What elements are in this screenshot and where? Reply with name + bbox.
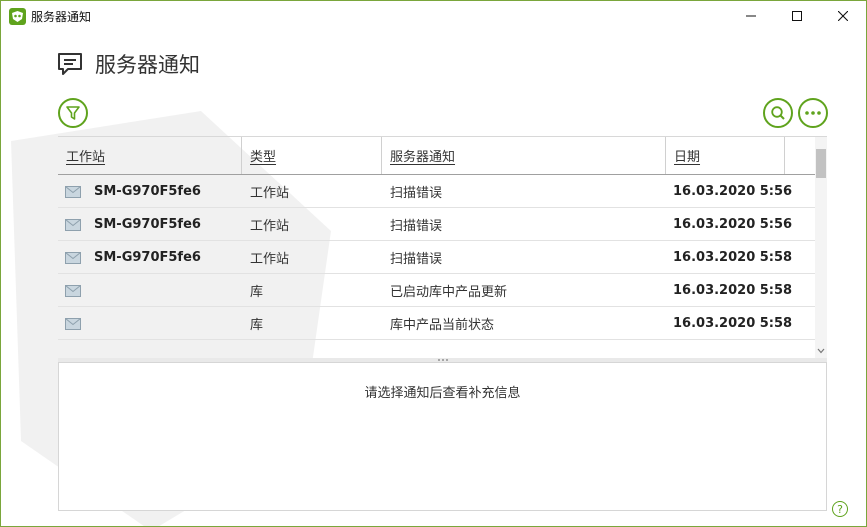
notification-date: 16.03.2020 5:56	[673, 217, 793, 232]
notification-type: 工作站	[250, 219, 290, 234]
scroll-down-arrow-icon[interactable]	[817, 347, 825, 355]
notification-date: 16.03.2020 5:58	[673, 283, 793, 298]
notification-text: 扫描错误	[390, 252, 443, 267]
envelope-icon	[65, 185, 81, 198]
notification-text: 扫描错误	[390, 186, 443, 201]
search-button[interactable]	[763, 98, 793, 128]
details-pane: 请选择通知后查看补充信息	[58, 362, 827, 511]
page-header: 服务器通知	[57, 49, 200, 79]
more-icon	[805, 111, 821, 115]
notification-text: 库中产品当前状态	[390, 318, 495, 333]
envelope-icon	[65, 251, 81, 264]
scrollbar-thumb[interactable]	[816, 149, 826, 178]
minimize-icon	[746, 15, 756, 17]
column-header-date[interactable]: 日期	[666, 137, 785, 174]
device-name: SM-G970F5fe6	[94, 217, 201, 232]
column-header-notification[interactable]: 服务器通知	[382, 137, 666, 174]
page-title: 服务器通知	[95, 53, 200, 77]
notification-type: 库	[250, 318, 264, 333]
notification-date: 16.03.2020 5:56	[673, 184, 793, 199]
title-bar: 服务器通知	[1, 1, 866, 31]
filter-button[interactable]	[58, 98, 88, 128]
notification-message-icon	[58, 53, 82, 75]
envelope-icon	[65, 317, 81, 330]
table-row[interactable]: SM-G970F5fe6 工作站 扫描错误 16.03.2020 5:58	[58, 241, 815, 274]
help-icon: ?	[837, 502, 843, 516]
column-header-workstation[interactable]: 工作站	[58, 137, 242, 174]
table-scrollbar[interactable]	[815, 137, 827, 359]
envelope-icon	[65, 284, 81, 297]
device-name: SM-G970F5fe6	[94, 250, 201, 265]
app-logo-icon	[9, 8, 26, 25]
close-button[interactable]	[820, 1, 866, 31]
notification-text: 已启动库中产品更新	[390, 285, 508, 300]
column-header-type[interactable]: 类型	[242, 137, 382, 174]
details-placeholder-text: 请选择通知后查看补充信息	[364, 386, 521, 401]
maximize-icon	[792, 11, 802, 21]
close-icon	[838, 11, 848, 21]
envelope-icon	[65, 218, 81, 231]
notification-type: 工作站	[250, 252, 290, 267]
notification-date: 16.03.2020 5:58	[673, 250, 793, 265]
window-title: 服务器通知	[31, 10, 92, 24]
table-row[interactable]: 库 已启动库中产品更新 16.03.2020 5:58	[58, 274, 815, 307]
device-name: SM-G970F5fe6	[94, 184, 201, 199]
table-row[interactable]: 库 库中产品当前状态 16.03.2020 5:58	[58, 307, 815, 340]
notification-text: 扫描错误	[390, 219, 443, 234]
notifications-table: 工作站 类型 服务器通知 日期 SM-G970F5fe6 工作站 扫描错误 16…	[58, 136, 827, 359]
minimize-button[interactable]	[728, 1, 774, 31]
search-icon	[771, 106, 785, 120]
maximize-button[interactable]	[774, 1, 820, 31]
notification-date: 16.03.2020 5:58	[673, 316, 793, 331]
table-body: SM-G970F5fe6 工作站 扫描错误 16.03.2020 5:56 SM…	[58, 175, 815, 359]
more-options-button[interactable]	[798, 98, 828, 128]
table-row[interactable]: SM-G970F5fe6 工作站 扫描错误 16.03.2020 5:56	[58, 208, 815, 241]
help-button[interactable]: ?	[832, 501, 848, 517]
column-header-spacer	[785, 137, 815, 174]
notification-type: 库	[250, 285, 264, 300]
app-window: 服务器通知 服务器通知 工作站 类型 服务器通知 日期 SM-G970F5fe6…	[0, 0, 867, 527]
table-header: 工作站 类型 服务器通知 日期	[58, 137, 815, 175]
notification-type: 工作站	[250, 186, 290, 201]
filter-icon	[66, 106, 80, 120]
table-row[interactable]: SM-G970F5fe6 工作站 扫描错误 16.03.2020 5:56	[58, 175, 815, 208]
